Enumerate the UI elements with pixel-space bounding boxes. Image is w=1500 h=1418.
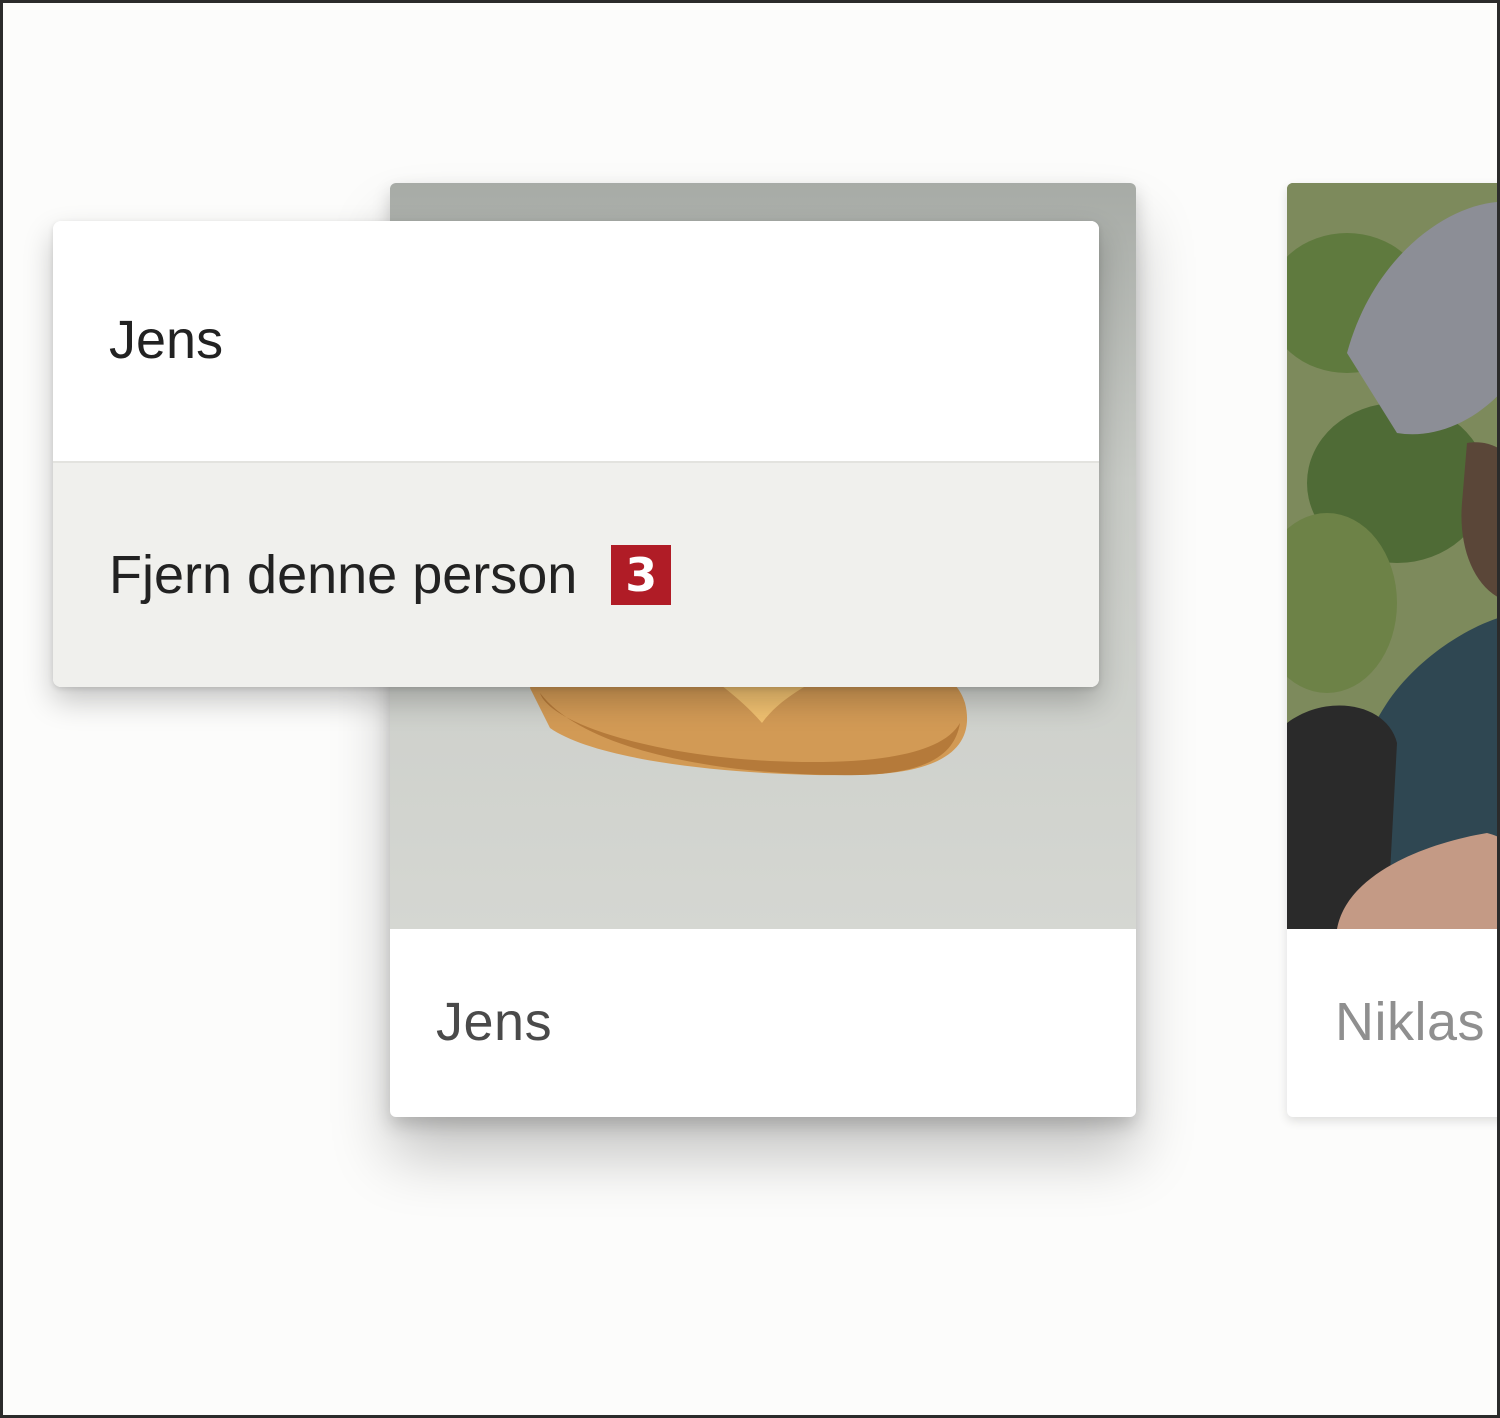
- people-view: Jens Niklas Jens Fjern denne person 3: [0, 0, 1500, 1418]
- person-card-niklas[interactable]: Niklas: [1287, 183, 1497, 1117]
- person-name-jens: Jens: [436, 992, 553, 1052]
- step-badge: 3: [611, 545, 672, 605]
- menu-person-name: Jens: [53, 221, 1099, 459]
- remove-person-label: Fjern denne person: [109, 545, 578, 605]
- person-photo-niklas: [1287, 183, 1497, 929]
- person-name-niklas: Niklas: [1335, 992, 1486, 1052]
- remove-person-menu-item[interactable]: Fjern denne person 3: [53, 461, 1099, 687]
- menu-header-label: Jens: [109, 310, 224, 370]
- person-context-menu: Jens Fjern denne person 3: [53, 221, 1099, 687]
